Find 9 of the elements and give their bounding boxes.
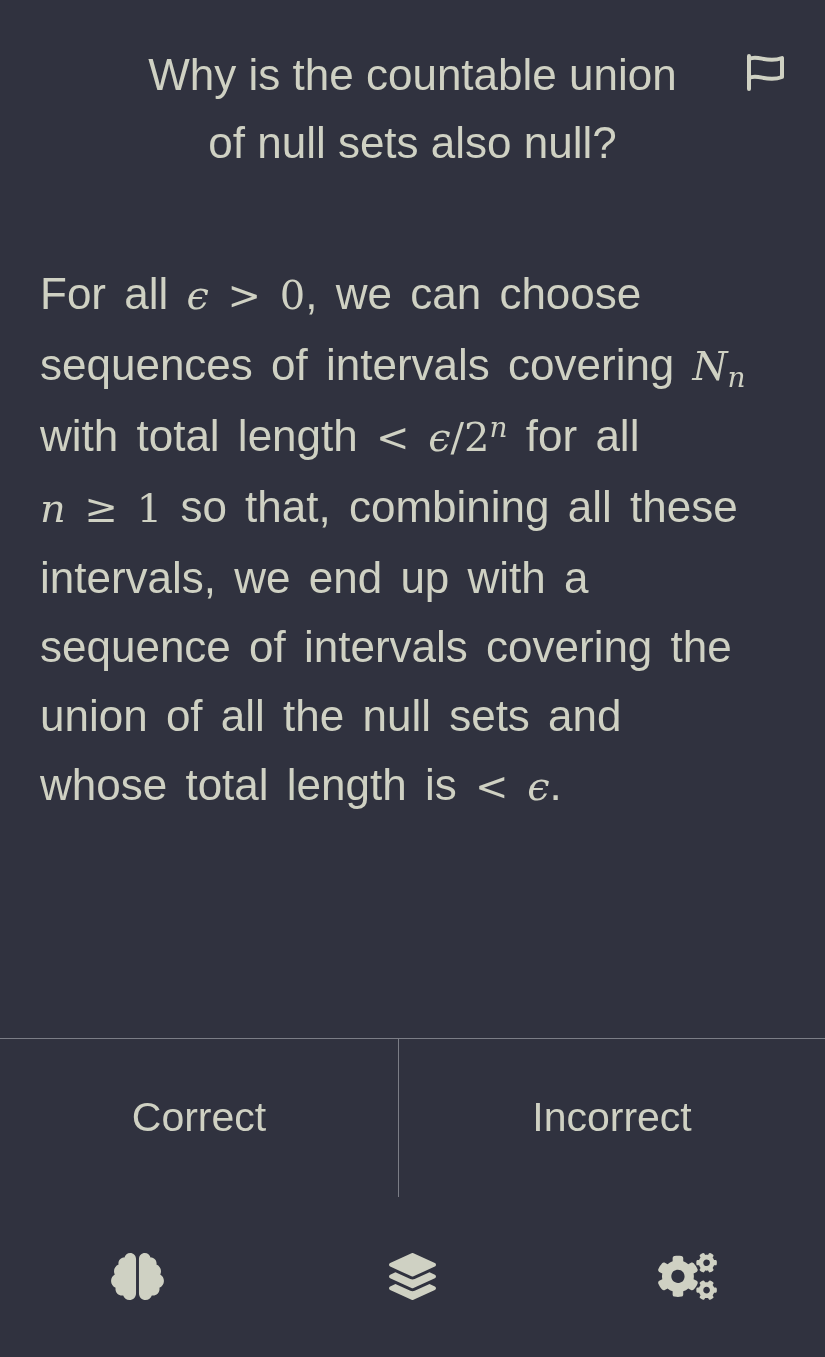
brain-icon (111, 1252, 164, 1300)
flag-icon (745, 53, 785, 91)
incorrect-button[interactable]: Incorrect (399, 1039, 825, 1197)
question-title: Why is the countable union of null sets also null? (147, 49, 678, 169)
settings-icon (658, 1252, 717, 1300)
correct-button[interactable]: Correct (0, 1039, 399, 1197)
flag-button[interactable] (745, 53, 785, 91)
layers-icon (389, 1252, 436, 1300)
answer-paragraph: For all ϵ > 0, we can choose sequences of intervals covering N$_{n}$ with total length < ϵ/2$^{n}$ for all n ≥ 1 so that, combining all these intervals, we end up with a sequence of intervals covering the union of all the null sets and whose total length is < ϵ. (40, 268, 747, 811)
